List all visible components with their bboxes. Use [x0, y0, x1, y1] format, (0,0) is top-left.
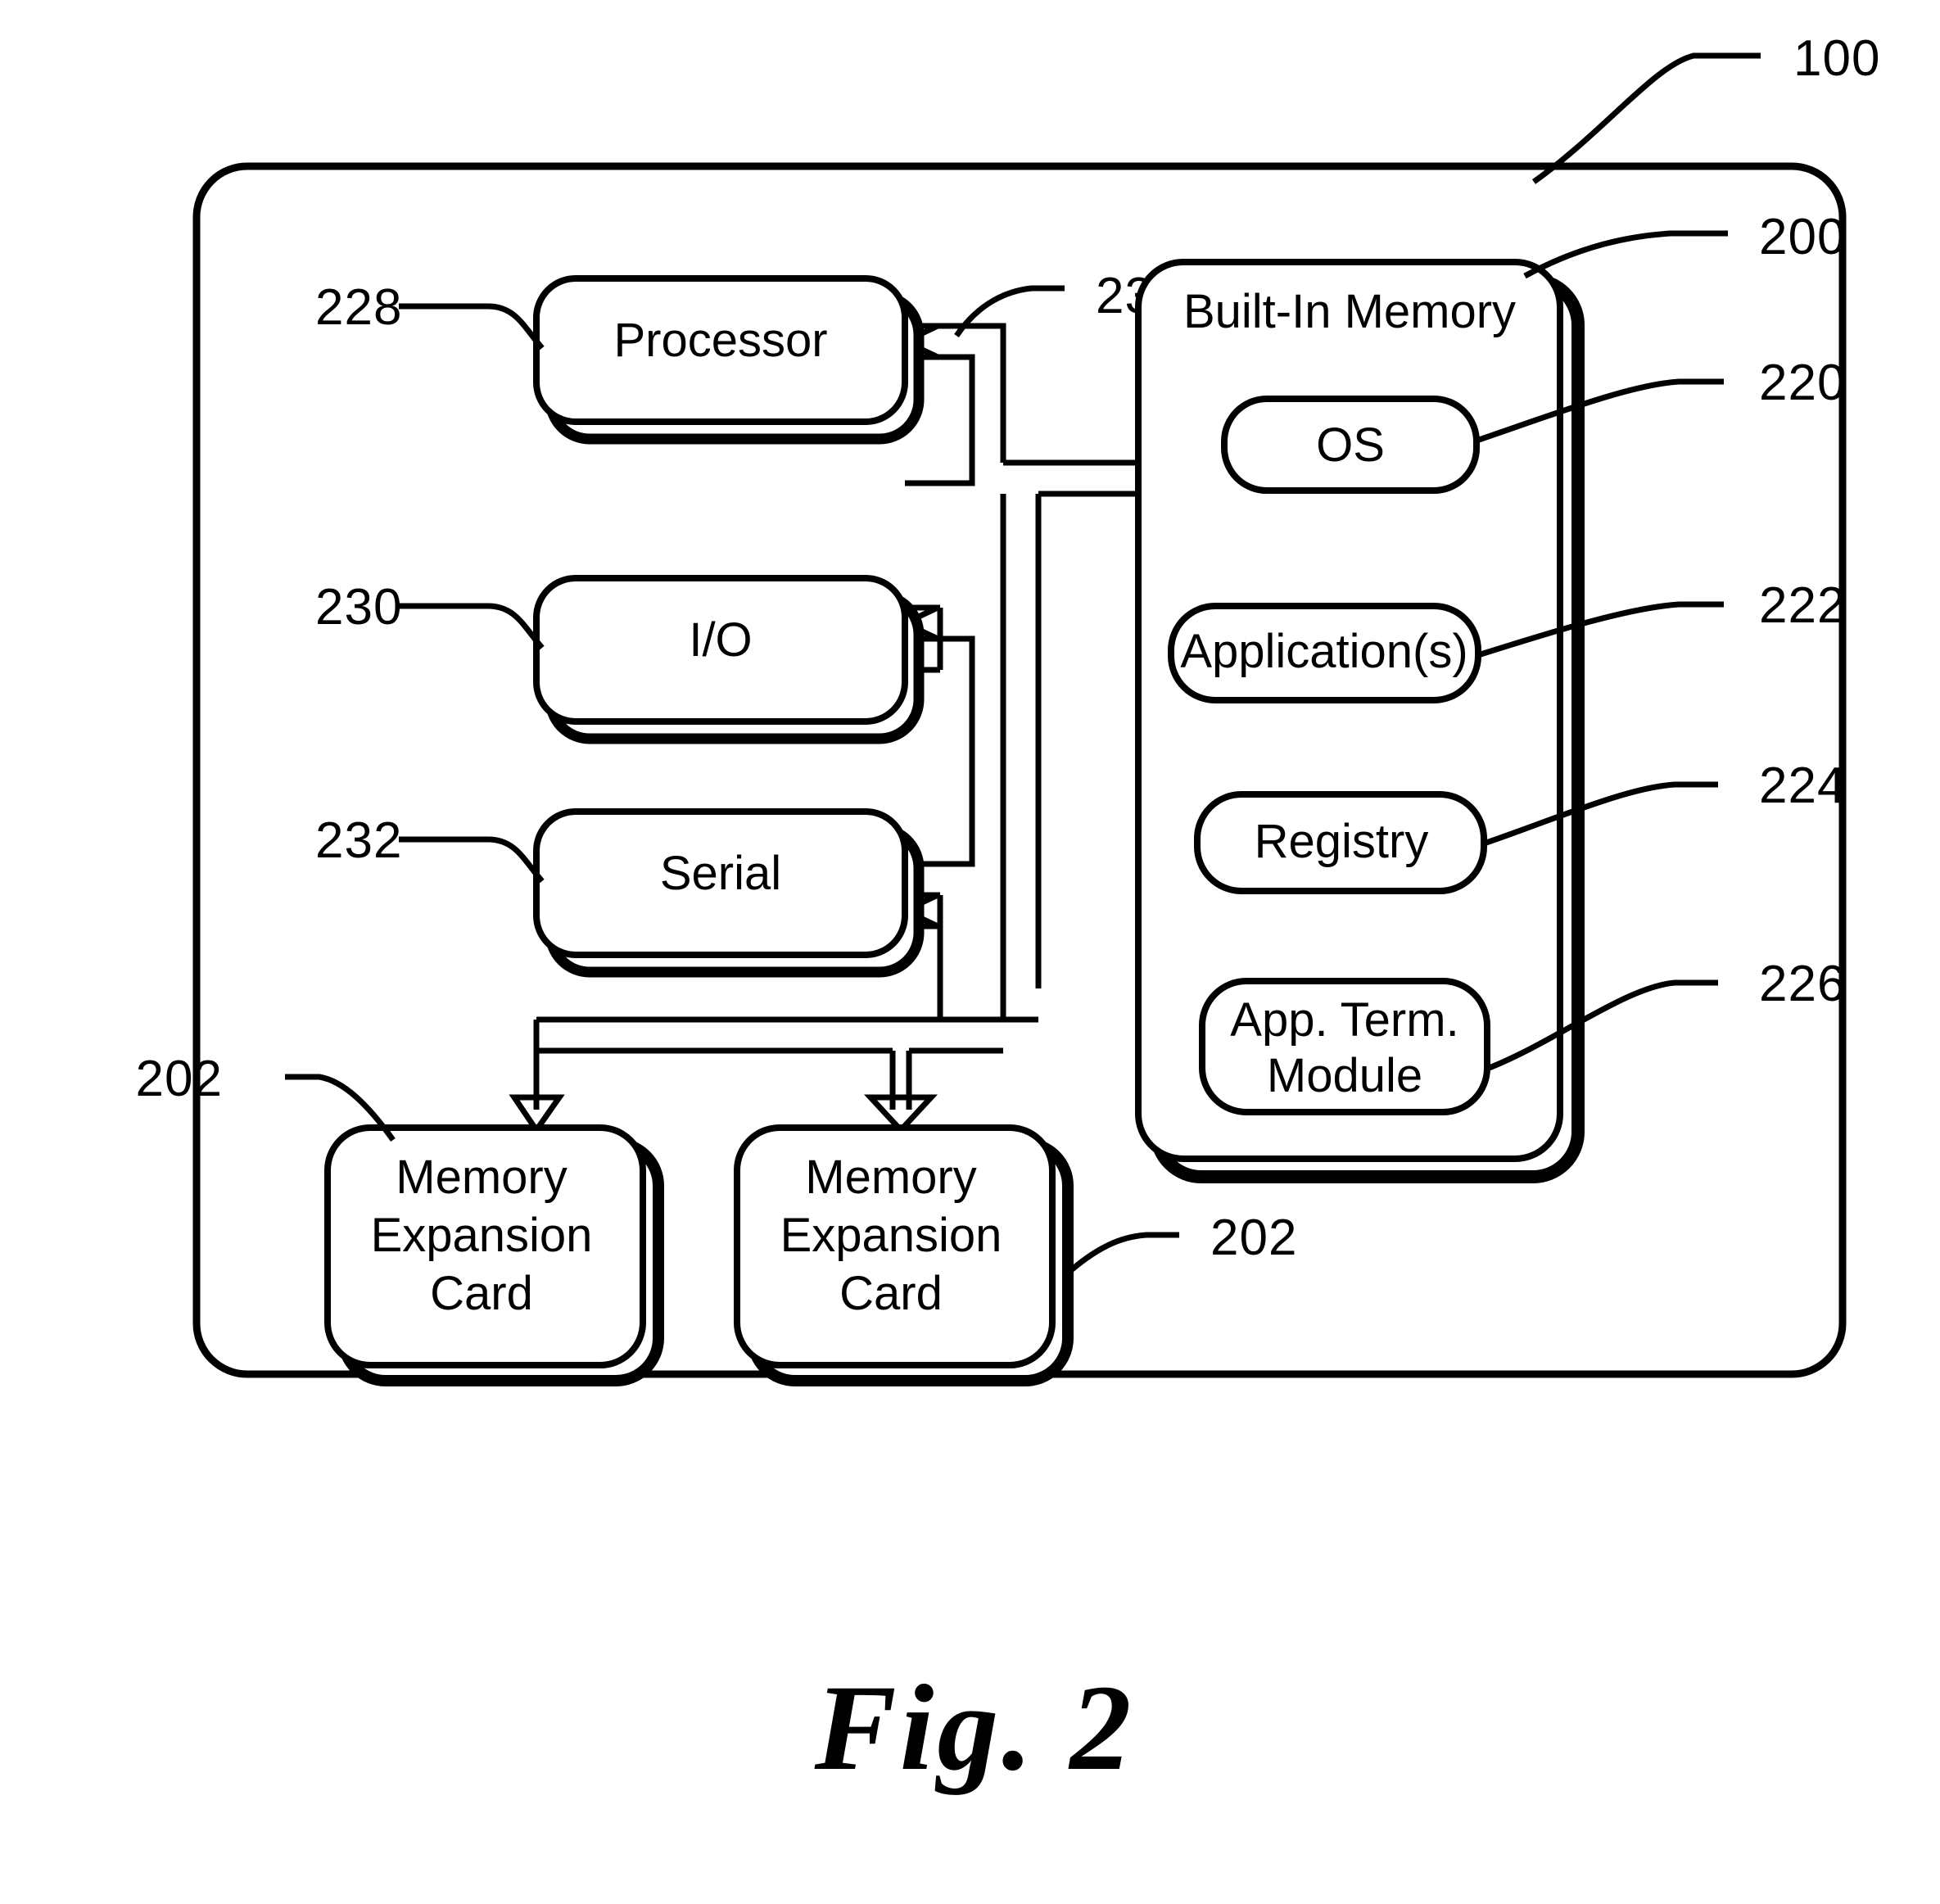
ref-group-202-left: 202 [136, 1051, 396, 1142]
ref-100: 100 [1793, 30, 1880, 87]
ref-200: 200 [1759, 209, 1846, 265]
memory-expansion-card-1[interactable]: Memory Expansion Card [324, 1124, 664, 1386]
ref-222: 222 [1759, 577, 1846, 634]
ref-group-232: 232 [315, 812, 545, 884]
patent-figure: 100 Processor 228 I/O 230 Serial 232 Bui… [0, 0, 1940, 1904]
leader-line-228 [399, 303, 545, 350]
block-processor[interactable]: Processor [533, 275, 925, 445]
leader-line-232 [399, 836, 545, 884]
card-1-label-line1: Memory [396, 1151, 567, 1204]
card-1-label-line2: Expansion [371, 1209, 593, 1262]
ref-202-right: 202 [1210, 1210, 1297, 1266]
memory-item-os[interactable]: OS [1221, 396, 1480, 494]
leader-line-202-right [1062, 1232, 1179, 1278]
processor-label: Processor [613, 314, 827, 367]
registry-label: Registry [1255, 815, 1429, 868]
ref-group-230: 230 [315, 579, 545, 650]
card-2-label-line1: Memory [805, 1151, 976, 1204]
memory-item-app-term-module[interactable]: App. Term. Module [1199, 978, 1490, 1115]
ref-224: 224 [1759, 758, 1846, 814]
ref-group-202-right: 202 [1062, 1210, 1297, 1278]
memory-item-applications[interactable]: Application(s) [1168, 603, 1481, 703]
ref-group-200: 200 [1523, 209, 1846, 279]
card-1-label-line3: Card [430, 1267, 533, 1320]
card-2-label-line3: Card [839, 1267, 943, 1320]
card-2-label-line2: Expansion [780, 1209, 1002, 1262]
io-label: I/O [689, 613, 752, 667]
memory-expansion-card-2[interactable]: Memory Expansion Card [734, 1124, 1074, 1386]
leader-line-200 [1523, 230, 1728, 279]
os-label: OS [1316, 418, 1385, 472]
figure-caption: Fig. 2 [814, 1660, 1135, 1796]
ref-230: 230 [315, 579, 402, 635]
ref-228: 228 [315, 279, 402, 336]
app-term-module-label-line2: Module [1267, 1049, 1422, 1102]
ref-220: 220 [1759, 355, 1846, 411]
ref-group-228: 228 [315, 279, 545, 350]
figure-canvas: 100 Processor 228 I/O 230 Serial 232 Bui… [136, 30, 1880, 1796]
serial-label: Serial [660, 847, 781, 900]
block-io[interactable]: I/O [533, 575, 925, 744]
ref-226: 226 [1759, 956, 1846, 1012]
leader-line-230 [399, 603, 545, 650]
applications-label: Application(s) [1180, 625, 1467, 678]
ref-202-left: 202 [136, 1051, 223, 1107]
memory-item-registry[interactable]: Registry [1194, 791, 1487, 894]
app-term-module-label-line1: App. Term. [1230, 993, 1458, 1047]
ref-232: 232 [315, 812, 402, 869]
block-serial[interactable]: Serial [533, 808, 925, 978]
memory-title: Built-In Memory [1183, 285, 1516, 338]
